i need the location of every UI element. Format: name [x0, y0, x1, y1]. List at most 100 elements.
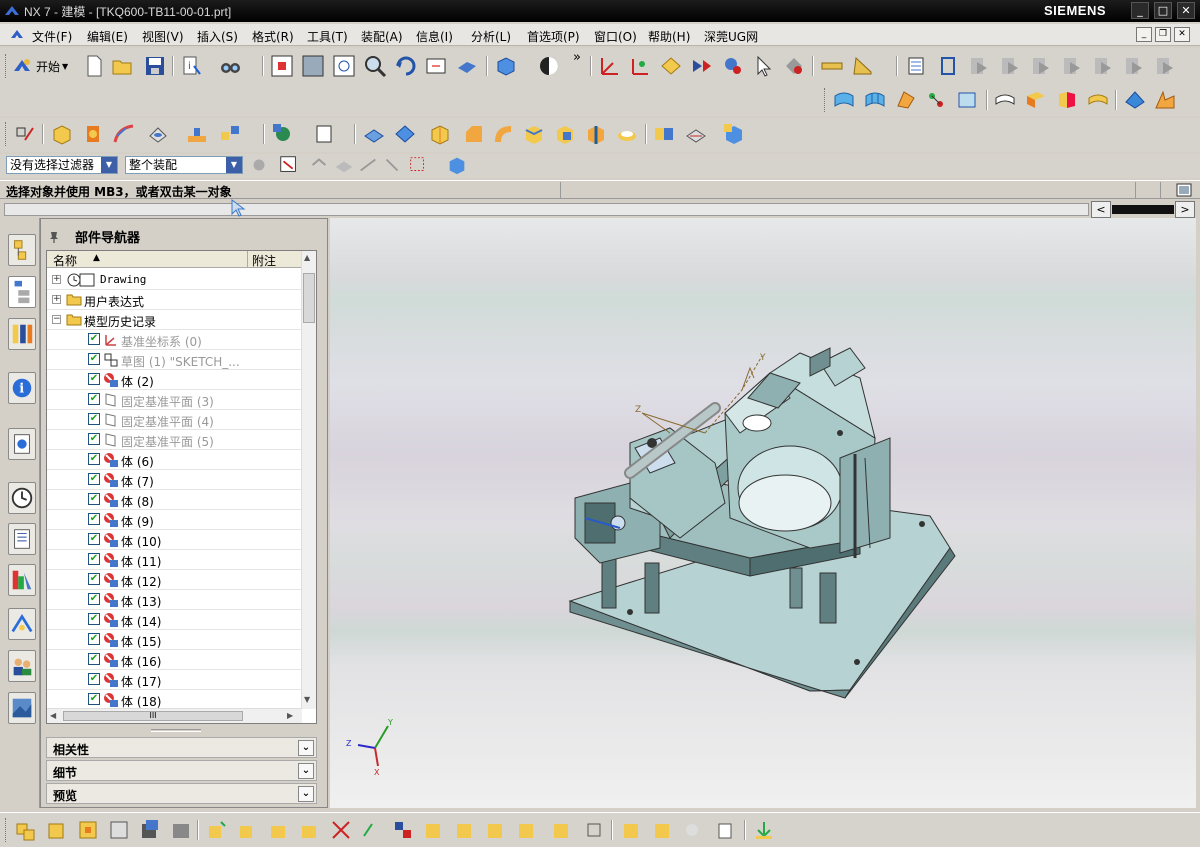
history-palette-tab[interactable]	[8, 692, 36, 724]
part-navigator-tab[interactable]	[8, 276, 36, 308]
exploded-views-icon[interactable]	[391, 818, 415, 842]
chevron-down-icon[interactable]: ⌄	[298, 763, 314, 779]
scroll-up-icon[interactable]: ▲	[304, 253, 310, 262]
minimize-button[interactable]: _	[1131, 2, 1149, 19]
unite-icon[interactable]	[362, 122, 386, 146]
reset-filter-icon[interactable]	[308, 154, 330, 176]
fit-view-icon[interactable]	[270, 54, 294, 78]
wave-geometry-linker-icon[interactable]	[453, 818, 477, 842]
mdi-minimize-button[interactable]: _	[1136, 27, 1152, 42]
mdi-close-button[interactable]: ✕	[1174, 27, 1190, 42]
assembly-navigator-tab[interactable]	[8, 234, 36, 266]
zoom-box-icon[interactable]	[301, 54, 325, 78]
show-dof-icon[interactable]	[329, 818, 353, 842]
visibility-checkbox[interactable]: ✔	[88, 593, 100, 605]
shade-icon[interactable]	[537, 54, 561, 78]
tree-row[interactable]: ✔ 体 (14)	[47, 610, 302, 630]
offset-face-icon[interactable]	[615, 122, 639, 146]
measure-icon[interactable]	[721, 54, 745, 78]
menu-file[interactable]: 文件(F)	[32, 28, 72, 45]
tree-vertical-scrollbar[interactable]: ▲ ▼	[301, 251, 316, 709]
layer-visible-icon[interactable]	[936, 54, 960, 78]
revolve-icon[interactable]	[81, 122, 105, 146]
history-tab[interactable]	[8, 482, 36, 514]
visibility-checkbox[interactable]: ✔	[88, 673, 100, 685]
tree-row[interactable]: ✔ 体 (6)	[47, 450, 302, 470]
visibility-checkbox[interactable]: ✔	[88, 473, 100, 485]
select-all-icon[interactable]	[278, 154, 300, 176]
visibility-checkbox[interactable]: ✔	[88, 433, 100, 445]
scroll-down-icon[interactable]: ▼	[304, 695, 310, 704]
collapse-icon[interactable]: −	[52, 315, 61, 324]
chevron-down-icon[interactable]: ⌄	[298, 740, 314, 756]
type-filter-dropdown[interactable]: 没有选择过滤器 ▼	[6, 156, 118, 174]
trim-body-icon[interactable]	[553, 122, 577, 146]
split-body-icon[interactable]	[584, 122, 608, 146]
visibility-checkbox[interactable]: ✔	[88, 353, 100, 365]
replace-component-icon[interactable]	[169, 818, 193, 842]
attribute-info-icon[interactable]	[682, 818, 706, 842]
angle-measure-icon[interactable]	[851, 54, 875, 78]
visibility-checkbox[interactable]: ✔	[88, 653, 100, 665]
pocket-icon[interactable]	[218, 122, 242, 146]
boss-icon[interactable]	[185, 122, 209, 146]
toolbar-overflow-chevron[interactable]: »	[573, 50, 581, 65]
download-component-icon[interactable]	[752, 818, 776, 842]
info-tab[interactable]: i	[8, 372, 36, 404]
visibility-checkbox[interactable]: ✔	[88, 613, 100, 625]
ruler-icon[interactable]	[820, 54, 844, 78]
tree-row[interactable]: ✔ 体 (11)	[47, 550, 302, 570]
visibility-checkbox[interactable]: ✔	[88, 413, 100, 425]
tree-row[interactable]: ✔ 固定基准平面 (5)	[47, 430, 302, 450]
extension-surface-icon[interactable]	[1153, 88, 1177, 112]
clearance-analysis-icon[interactable]	[515, 818, 539, 842]
hole-icon[interactable]	[146, 122, 170, 146]
assembly-arrangement-icon[interactable]	[550, 818, 574, 842]
visibility-checkbox[interactable]: ✔	[88, 493, 100, 505]
column-name[interactable]: 名称	[53, 252, 77, 269]
maximize-button[interactable]: □	[1154, 2, 1172, 19]
menu-view[interactable]: 视图(V)	[142, 28, 184, 45]
menu-edit[interactable]: 编辑(E)	[87, 28, 128, 45]
pin-icon[interactable]	[47, 230, 61, 244]
chamfer-icon[interactable]	[462, 122, 486, 146]
rectangle-icon[interactable]	[313, 122, 337, 146]
graphics-window[interactable]: Z Y Y Z X	[330, 218, 1196, 808]
menu-window[interactable]: 窗口(O)	[594, 28, 637, 45]
mirror-icon[interactable]	[684, 122, 708, 146]
binoculars-icon[interactable]	[218, 54, 242, 78]
details-panel[interactable]: 细节 ⌄	[46, 760, 317, 781]
tree-row[interactable]: ✔ 体 (17)	[47, 670, 302, 690]
assembly-constraints-icon[interactable]	[298, 818, 322, 842]
surface-trim-icon[interactable]	[993, 88, 1017, 112]
menu-insert[interactable]: 插入(S)	[197, 28, 238, 45]
process-studio-tab[interactable]	[8, 608, 36, 640]
list-info-icon[interactable]	[713, 818, 737, 842]
tree-row[interactable]: ✔ 体 (12)	[47, 570, 302, 590]
tree-row[interactable]: + Drawing	[47, 270, 302, 290]
save-icon[interactable]	[143, 54, 167, 78]
surface-offset-icon[interactable]	[955, 88, 979, 112]
chevron-down-icon[interactable]: ⌄	[298, 786, 314, 802]
visibility-checkbox[interactable]: ✔	[88, 393, 100, 405]
visibility-checkbox[interactable]: ✔	[88, 453, 100, 465]
open-folder-icon[interactable]	[111, 54, 135, 78]
tree-row[interactable]: − 模型历史记录	[47, 310, 302, 330]
new-parent-icon[interactable]	[76, 818, 100, 842]
visibility-checkbox[interactable]: ✔	[88, 553, 100, 565]
tree-row[interactable]: ✔ 基准坐标系 (0)	[47, 330, 302, 350]
scroll-thumb[interactable]	[1112, 205, 1174, 214]
close-button[interactable]: ✕	[1177, 2, 1195, 19]
visibility-checkbox[interactable]: ✔	[88, 333, 100, 345]
layer-range-icon[interactable]	[1091, 54, 1115, 78]
assembly-cut-icon[interactable]	[484, 818, 508, 842]
wcs-icon[interactable]	[598, 54, 622, 78]
menu-analysis[interactable]: 分析(L)	[471, 28, 511, 45]
preview-panel[interactable]: 预览 ⌄	[46, 783, 317, 804]
snap-point-icon[interactable]	[782, 54, 806, 78]
tree-row[interactable]: ✔ 体 (13)	[47, 590, 302, 610]
maximize-status-icon[interactable]	[1176, 183, 1192, 197]
extrude-icon[interactable]	[50, 122, 74, 146]
tree-horizontal-scrollbar[interactable]: ◀ III ▶	[47, 708, 302, 723]
menu-tools[interactable]: 工具(T)	[307, 28, 348, 45]
